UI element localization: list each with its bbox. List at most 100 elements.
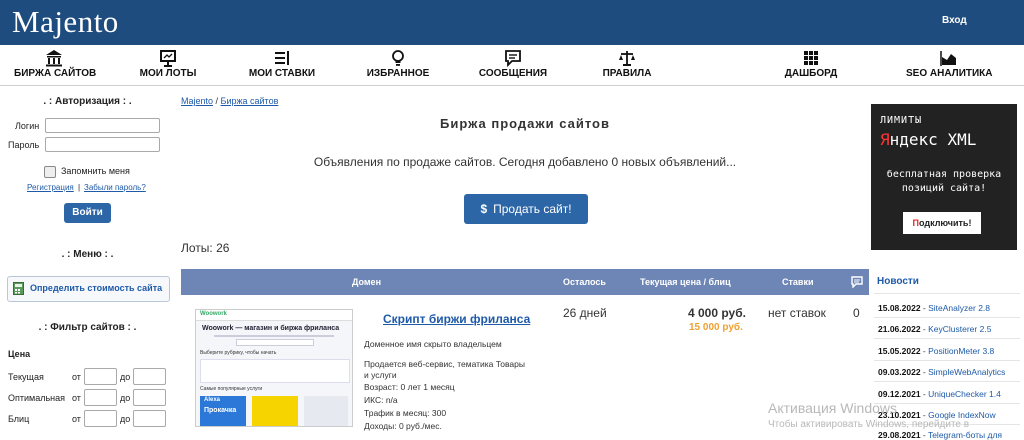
page-description: Объявления по продаже сайтов. Сегодня до…	[313, 155, 737, 169]
news-title: Новости	[877, 276, 919, 287]
main-nav: БИРЖА САЙТОВ МОИ ЛОТЫ МОИ СТАВКИ ИЗБРАНН…	[0, 45, 1024, 86]
breadcrumb-current[interactable]: Биржа сайтов	[221, 96, 279, 106]
menu-title: . : Меню : .	[61, 249, 114, 260]
login-link[interactable]: Вход	[942, 15, 967, 26]
activation-watermark-title: Активация Windows	[768, 400, 898, 416]
top-bar: Majento Вход	[0, 0, 1024, 45]
divider	[874, 317, 1020, 318]
estimate-site-value-button[interactable]: Определить стоимость сайта	[7, 276, 170, 302]
login-label: Логин	[15, 121, 40, 131]
col-bids[interactable]: Ставки	[782, 277, 813, 287]
col-remaining[interactable]: Осталось	[563, 277, 606, 287]
price-label: Цена	[8, 349, 31, 359]
news-item[interactable]: 15.05.2022 - PositionMeter 3.8	[878, 346, 994, 356]
filter-current-from-input[interactable]	[84, 368, 117, 385]
nav-label: ПРАВИЛА	[602, 68, 652, 79]
register-link[interactable]: Регистрация	[27, 183, 74, 192]
thumb-headline: Woowork — магазин и биржа фриланса	[202, 325, 340, 332]
breadcrumb: Majento / Биржа сайтов	[181, 96, 278, 106]
to-label: до	[120, 393, 131, 403]
forgot-password-link[interactable]: Забыли пароль?	[84, 183, 146, 192]
sell-label: Продать сайт!	[493, 202, 572, 216]
filter-blitz-from-input[interactable]	[84, 410, 117, 427]
divider	[874, 360, 1020, 361]
calculator-icon	[13, 282, 24, 295]
nav-exchange[interactable]: БИРЖА САЙТОВ	[14, 49, 97, 79]
from-label: от	[72, 414, 81, 424]
site-logo[interactable]: Majento	[12, 4, 119, 40]
scales-icon	[619, 51, 635, 66]
nav-my-lots[interactable]: МОИ ЛОТЫ	[138, 49, 198, 79]
nav-favorites[interactable]: ИЗБРАННОЕ	[366, 49, 430, 79]
comments-icon[interactable]	[851, 276, 863, 288]
lot-detail: ИКС: n/a	[364, 395, 398, 405]
nav-label: МОИ СТАВКИ	[248, 68, 316, 79]
area-chart-icon	[940, 51, 956, 66]
lots-count: Лоты: 26	[181, 241, 230, 255]
filter-current-to-input[interactable]	[133, 368, 166, 385]
to-label: до	[120, 372, 131, 382]
filter-optimal-from-input[interactable]	[84, 389, 117, 406]
news-item[interactable]: 15.08.2022 - SiteAnalyzer 2.8	[878, 303, 990, 313]
lot-detail: и услуги	[364, 370, 397, 380]
news-item[interactable]: 21.06.2022 - KeyClusterer 2.5	[878, 324, 991, 334]
breadcrumb-separator: /	[213, 96, 221, 106]
yandex-xml-ad-banner[interactable]: ЛИМИТЫ Яндекс XML бесплатная проверка поз…	[871, 104, 1017, 250]
nav-label: БИРЖА САЙТОВ	[14, 68, 97, 79]
divider	[874, 338, 1020, 339]
breadcrumb-home[interactable]: Majento	[181, 96, 213, 106]
filter-optimal-to-input[interactable]	[133, 389, 166, 406]
estimate-label: Определить стоимость сайта	[30, 283, 163, 293]
thumb-section2: Самые популярные услуги	[200, 386, 263, 392]
lot-detail: Продается веб-сервис, тематика Товары	[364, 359, 525, 369]
filter-current-label: Текущая	[8, 372, 44, 382]
lot-detail: Возраст: 0 лет 1 месяц	[364, 382, 455, 392]
nav-messages[interactable]: СООБЩЕНИЯ	[478, 49, 548, 79]
password-label: Пароль	[8, 140, 40, 150]
link-separator: |	[78, 183, 81, 192]
sell-site-button[interactable]: $ Продать сайт!	[464, 194, 588, 224]
lot-comments-count: 0	[853, 306, 860, 320]
bank-icon	[46, 50, 62, 67]
presentation-icon	[160, 50, 176, 67]
nav-dashboard[interactable]: ДАШБОРД	[784, 49, 838, 79]
nav-rules[interactable]: ПРАВИЛА	[600, 49, 654, 79]
left-sidebar: . : Авторизация : . Логин Пароль Запомни…	[0, 86, 175, 439]
filter-title: . : Фильтр сайтов : .	[38, 322, 137, 333]
ad-connect-button[interactable]: Подключить!	[903, 212, 981, 234]
lot-price: 4 000 руб.	[688, 306, 746, 320]
page-title: Биржа продажи сайтов	[440, 116, 610, 131]
news-item[interactable]: 09.03.2022 - SimpleWebAnalytics	[878, 367, 1005, 377]
nav-seo-analytics[interactable]: SEO АНАЛИТИКА	[906, 49, 993, 79]
news-item[interactable]: 09.12.2021 - UniqueChecker 1.4	[878, 389, 1001, 399]
nav-label: МОИ ЛОТЫ	[139, 68, 197, 79]
login-input[interactable]	[45, 118, 160, 133]
lot-thumbnail[interactable]: Woowork Woowork — магазин и биржа фрилан…	[195, 309, 353, 427]
lot-detail: Трафик в месяц: 300	[364, 408, 447, 418]
divider	[874, 381, 1020, 382]
col-domain[interactable]: Домен	[352, 277, 381, 287]
lot-remaining: 26 дней	[563, 306, 607, 320]
password-input[interactable]	[45, 137, 160, 152]
col-price[interactable]: Текущая цена / блиц	[640, 277, 731, 287]
thumb-badge: Alexa	[204, 397, 221, 403]
filter-blitz-to-input[interactable]	[133, 410, 166, 427]
activation-watermark-text: Чтобы активировать Windows, перейдите в	[768, 419, 970, 430]
lot-detail: Доходы: 0 руб./мес.	[364, 421, 442, 431]
lot-title-link[interactable]: Скрипт биржи фриланса	[383, 312, 530, 326]
nav-my-bids[interactable]: МОИ СТАВКИ	[248, 49, 316, 79]
list-icon	[275, 51, 289, 65]
chat-icon	[505, 50, 521, 67]
thumb-badge2: Прокачка	[204, 407, 237, 414]
filter-optimal-label: Оптимальная	[8, 393, 66, 403]
filter-blitz-label: Блиц	[8, 414, 30, 424]
thumb-section1: Выберите рубрику, чтобы начать	[200, 350, 277, 356]
lot-bids: нет ставок	[768, 306, 826, 320]
nav-label: ИЗБРАННОЕ	[366, 68, 430, 79]
divider	[874, 293, 1020, 294]
lot-hidden-domain: Доменное имя скрыто владельцем	[364, 339, 502, 349]
from-label: от	[72, 393, 81, 403]
remember-checkbox[interactable]	[44, 166, 56, 178]
grid-icon	[804, 51, 818, 65]
login-button[interactable]: Войти	[64, 203, 111, 223]
